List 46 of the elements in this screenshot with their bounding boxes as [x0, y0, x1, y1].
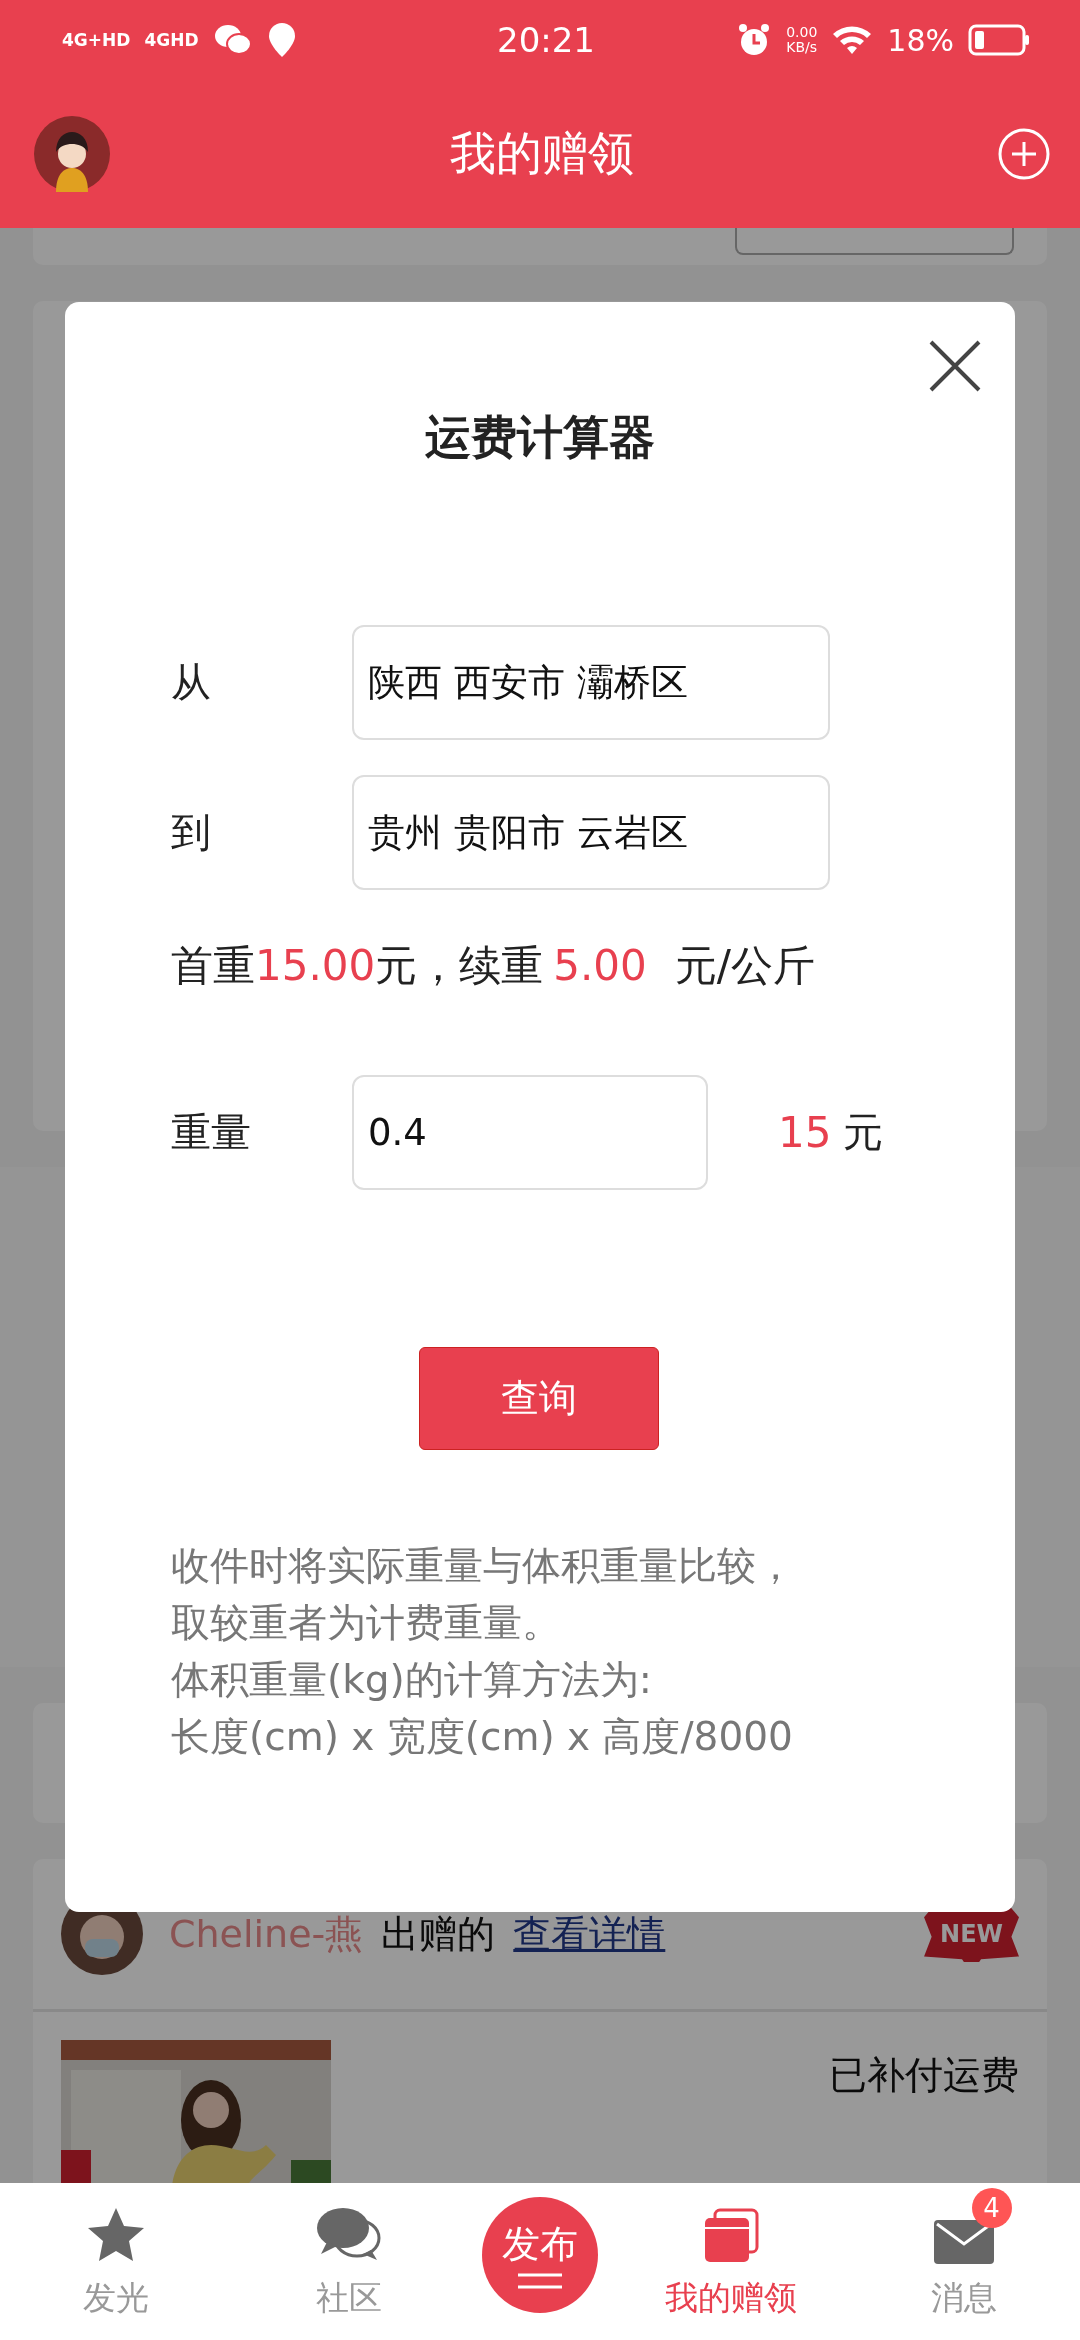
notification-badge: 4 — [971, 2188, 1012, 2228]
network-indicator: 4GHD — [144, 30, 199, 50]
avatar[interactable] — [34, 116, 110, 192]
battery-icon — [968, 24, 1030, 56]
location-pin-icon — [266, 21, 297, 59]
details-link[interactable]: 查看详情 — [513, 1908, 666, 1960]
weight-field[interactable]: 0.4 — [352, 1075, 708, 1190]
tab[interactable]: 我的赠领 — [630, 2202, 831, 2321]
add-button[interactable] — [998, 128, 1050, 180]
query-button[interactable]: 查询 — [419, 1347, 659, 1450]
network-indicator: 4G+HD — [62, 30, 131, 50]
order-status: 已补付运费 — [829, 2052, 1019, 2099]
cards-icon — [702, 2208, 759, 2264]
battery-percent: 18% — [887, 22, 954, 58]
clock-time: 20:21 — [497, 20, 595, 60]
speed-value: 0.00 — [786, 25, 818, 40]
giver-name[interactable]: Cheline-燕 — [169, 1908, 364, 1960]
tab[interactable]: 发光 — [16, 2202, 217, 2321]
speed-unit: KB/s — [786, 40, 818, 55]
first-weight-price: 15.00 — [255, 941, 376, 990]
plus-icon — [998, 128, 1050, 180]
destination-field[interactable]: 贵州 贵阳市 云岩区 — [352, 775, 830, 890]
close-button[interactable] — [927, 338, 983, 394]
rate-unit: 元/公斤 — [674, 941, 815, 990]
origin-field[interactable]: 陕西 西安市 灞桥区 — [352, 625, 830, 740]
note-text: 取较重者为计费重量。 — [171, 1599, 562, 1647]
new-badge: NEW — [924, 1906, 1019, 1962]
close-icon — [927, 338, 983, 394]
field-label: 从 — [171, 658, 212, 707]
wifi-icon — [831, 24, 874, 56]
field-label: 重量 — [171, 1108, 252, 1157]
extra-weight-price: 5.00 — [553, 941, 647, 990]
note-text: 体积重量(kg)的计算方法为: — [171, 1656, 653, 1704]
page-title: 我的赠领 — [449, 125, 635, 182]
rate-label: 元，续重 — [375, 941, 544, 990]
note-text: 收件时将实际重量与体积重量比较， — [171, 1542, 795, 1590]
field-label: 到 — [171, 808, 212, 857]
dialog-title: 运费计算器 — [424, 409, 656, 466]
cost-unit: 元 — [843, 1108, 884, 1157]
note-text: 长度(cm) x 宽度(cm) x 高度/8000 — [171, 1713, 794, 1761]
tab[interactable]: 社区 — [249, 2202, 450, 2321]
rate-label: 首重 — [171, 941, 255, 990]
publish-button[interactable]: 发布 — [482, 2196, 598, 2313]
action-text: 出赠的 — [381, 1910, 496, 1958]
lines-icon — [516, 2272, 564, 2290]
shipping-cost: 15 — [778, 1108, 832, 1157]
